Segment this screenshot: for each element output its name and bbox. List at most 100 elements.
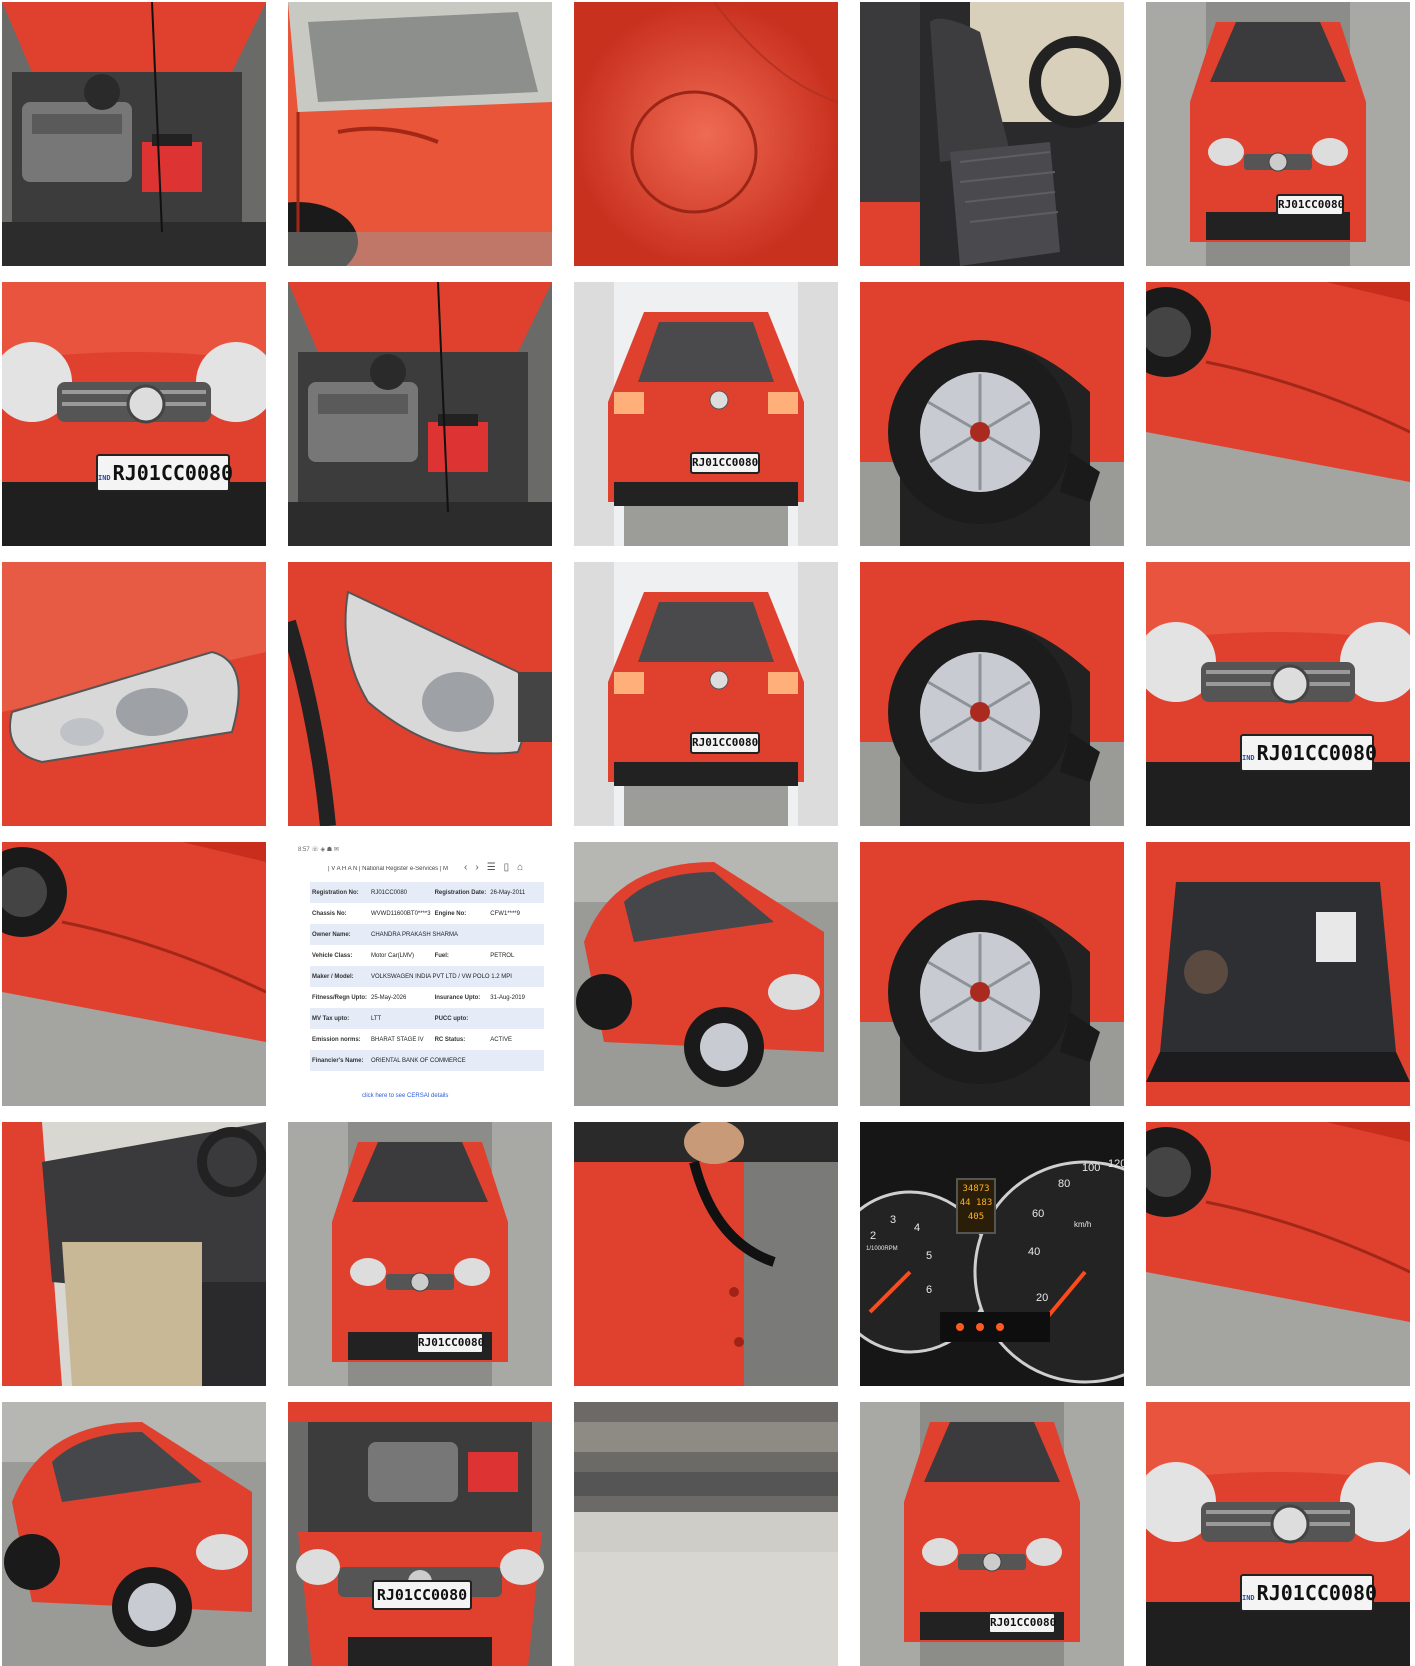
photo-thumbnail[interactable] (574, 1122, 838, 1386)
photo-thumbnail[interactable] (1146, 282, 1410, 546)
photo-grid: RJ01CC0080 IND RJ01CC0080 RJ01CC0080 RJ01CC0… (2, 2, 1410, 1666)
photo-thumbnail[interactable] (2, 2, 266, 266)
speed-unit-label: km/h (1074, 1220, 1092, 1229)
rpm-tick-label: 5 (926, 1250, 933, 1262)
speed-tick-label: 100 (1082, 1162, 1101, 1174)
field-label: Insurance Upto: (432, 987, 489, 1008)
rpm-tick-label: 4 (914, 1222, 921, 1234)
photo-thumbnail[interactable] (860, 562, 1124, 826)
plate-number: RJ01CC0080 (692, 736, 759, 749)
tabs-icon: ▯ (503, 862, 518, 873)
table-row: Registration No: RJ01CC0080 Registration D… (310, 882, 544, 903)
speed-tick-label: 60 (1032, 1208, 1045, 1220)
photo-thumbnail[interactable] (1146, 842, 1410, 1106)
plate-number: RJ01CC0080 (418, 1336, 485, 1349)
field-label: Registration No: (310, 882, 369, 903)
license-plate: RJ01CC0080 (690, 732, 760, 754)
speed-tick-label: 120 (1108, 1158, 1124, 1170)
photo-thumbnail[interactable] (288, 282, 552, 546)
plate-number: RJ01CC0080 (1256, 1581, 1378, 1605)
field-label: Maker / Model: (310, 966, 369, 987)
license-plate: RJ01CC0080 (988, 1612, 1056, 1634)
photo-thumbnail[interactable]: 34873 44 183 405 20 40 60 80 100 120 km/h 2 3 4 5 6 1/1… (860, 1122, 1124, 1386)
photo-thumbnail[interactable] (288, 562, 552, 826)
photo-thumbnail[interactable] (860, 842, 1124, 1106)
photo-thumbnail[interactable] (2, 1402, 266, 1666)
plate-number: RJ01CC0080 (1278, 198, 1345, 211)
field-value: 25-May-2026 (369, 987, 433, 1008)
photo-thumbnail[interactable] (574, 842, 838, 1106)
home-icon: ⌂ (517, 862, 532, 873)
license-plate: IND RJ01CC0080 (1240, 734, 1378, 772)
field-label: PUCC upto: (432, 1008, 489, 1029)
photo-thumbnail[interactable]: IND RJ01CC0080 (1146, 1402, 1410, 1666)
license-plate: RJ01CC0080 (372, 1580, 472, 1610)
photo-thumbnail[interactable] (860, 2, 1124, 266)
field-value: ORIENTAL BANK OF COMMERCE (369, 1050, 544, 1071)
forward-icon: › (475, 862, 487, 873)
field-label: Fuel: (432, 945, 489, 966)
field-value: RJ01CC0080 (369, 882, 433, 903)
photo-thumbnail[interactable]: RJ01CC0080 (574, 282, 838, 546)
rpm-tick-label: 6 (926, 1284, 933, 1296)
photo-thumbnail[interactable]: RJ01CC0080 (860, 1402, 1124, 1666)
table-row: MV Tax upto: LTT PUCC upto: (310, 1008, 544, 1029)
browser-address: | V A H A N | National Register e-Servic… (328, 866, 448, 872)
field-value: 31-Aug-2019 (488, 987, 544, 1008)
license-plate: IND RJ01CC0080 (96, 454, 234, 492)
field-label: Financier's Name: (310, 1050, 369, 1071)
field-label: Chassis No: (310, 903, 369, 924)
rpm-tick-label: 2 (870, 1230, 877, 1242)
range-readout: 405 (967, 1212, 985, 1222)
photo-thumbnail[interactable] (574, 2, 838, 266)
field-value: CFW1****9 (488, 903, 544, 924)
field-label: Owner Name: (310, 924, 369, 945)
field-value: CHANDRA PRAKASH SHARMA (369, 924, 544, 945)
speed-tick-label: 80 (1058, 1178, 1071, 1190)
table-row: Chassis No: WVWD11600BT0****3 Engine No: CF… (310, 903, 544, 924)
photo-thumbnail[interactable] (574, 1402, 838, 1666)
photo-thumbnail[interactable] (2, 842, 266, 1106)
license-plate: RJ01CC0080 (416, 1332, 484, 1354)
plate-number: RJ01CC0080 (376, 1586, 468, 1604)
table-row: Financier's Name: ORIENTAL BANK OF COMMER… (310, 1050, 544, 1071)
rpm-unit-label: 1/1000RPM (866, 1246, 898, 1252)
photo-thumbnail[interactable]: RJ01CC0080 (1146, 2, 1410, 266)
photo-thumbnail[interactable] (2, 1122, 266, 1386)
photo-thumbnail[interactable]: RJ01CC0080 (574, 562, 838, 826)
field-label: Fitness/Regn Upto: (310, 987, 369, 1008)
cersai-link[interactable]: click here to see CERSAI details (362, 1093, 448, 1099)
table-row: Vehicle Class: Motor Car(LMV) Fuel: PETROL (310, 945, 544, 966)
registration-details-screenshot: 8:57 ☏ ◈ ☗ ✉ | V A H A N | National Regis… (288, 842, 552, 1106)
photo-thumbnail[interactable]: IND RJ01CC0080 (1146, 562, 1410, 826)
plate-number: RJ01CC0080 (112, 461, 234, 485)
field-label: RC Status: (432, 1029, 489, 1050)
field-value: ACTIVE (488, 1029, 544, 1050)
photo-thumbnail[interactable] (288, 2, 552, 266)
table-row: Fitness/Regn Upto: 25-May-2026 Insurance U… (310, 987, 544, 1008)
table-row: Maker / Model: VOLKSWAGEN INDIA PVT LTD /… (310, 966, 544, 987)
field-label: MV Tax upto: (310, 1008, 369, 1029)
field-value (488, 1008, 544, 1029)
photo-thumbnail[interactable] (1146, 1122, 1410, 1386)
license-plate: RJ01CC0080 (1276, 194, 1344, 216)
speed-tick-label: 40 (1028, 1246, 1041, 1258)
field-value: BHARAT STAGE IV (369, 1029, 433, 1050)
field-label: Engine No: (432, 903, 489, 924)
plate-number: RJ01CC0080 (692, 456, 759, 469)
menu-icon: ☰ (486, 862, 504, 873)
photo-thumbnail[interactable]: RJ01CC0080 (288, 1402, 552, 1666)
field-value: WVWD11600BT0****3 (369, 903, 433, 924)
table-row: Owner Name: CHANDRA PRAKASH SHARMA (310, 924, 544, 945)
photo-thumbnail[interactable]: RJ01CC0080 (288, 1122, 552, 1386)
field-label: Emission norms: (310, 1029, 369, 1050)
registration-table: Registration No: RJ01CC0080 Registration D… (310, 882, 544, 1071)
photo-thumbnail[interactable] (860, 282, 1124, 546)
photo-thumbnail[interactable] (2, 562, 266, 826)
phone-status-bar: 8:57 ☏ ◈ ☗ ✉ (298, 847, 339, 853)
field-value: LTT (369, 1008, 433, 1029)
photo-thumbnail[interactable]: 8:57 ☏ ◈ ☗ ✉ | V A H A N | National Regis… (288, 842, 552, 1106)
photo-thumbnail[interactable]: IND RJ01CC0080 (2, 282, 266, 546)
rpm-tick-label: 3 (890, 1214, 897, 1226)
plate-number: RJ01CC0080 (1256, 741, 1378, 765)
